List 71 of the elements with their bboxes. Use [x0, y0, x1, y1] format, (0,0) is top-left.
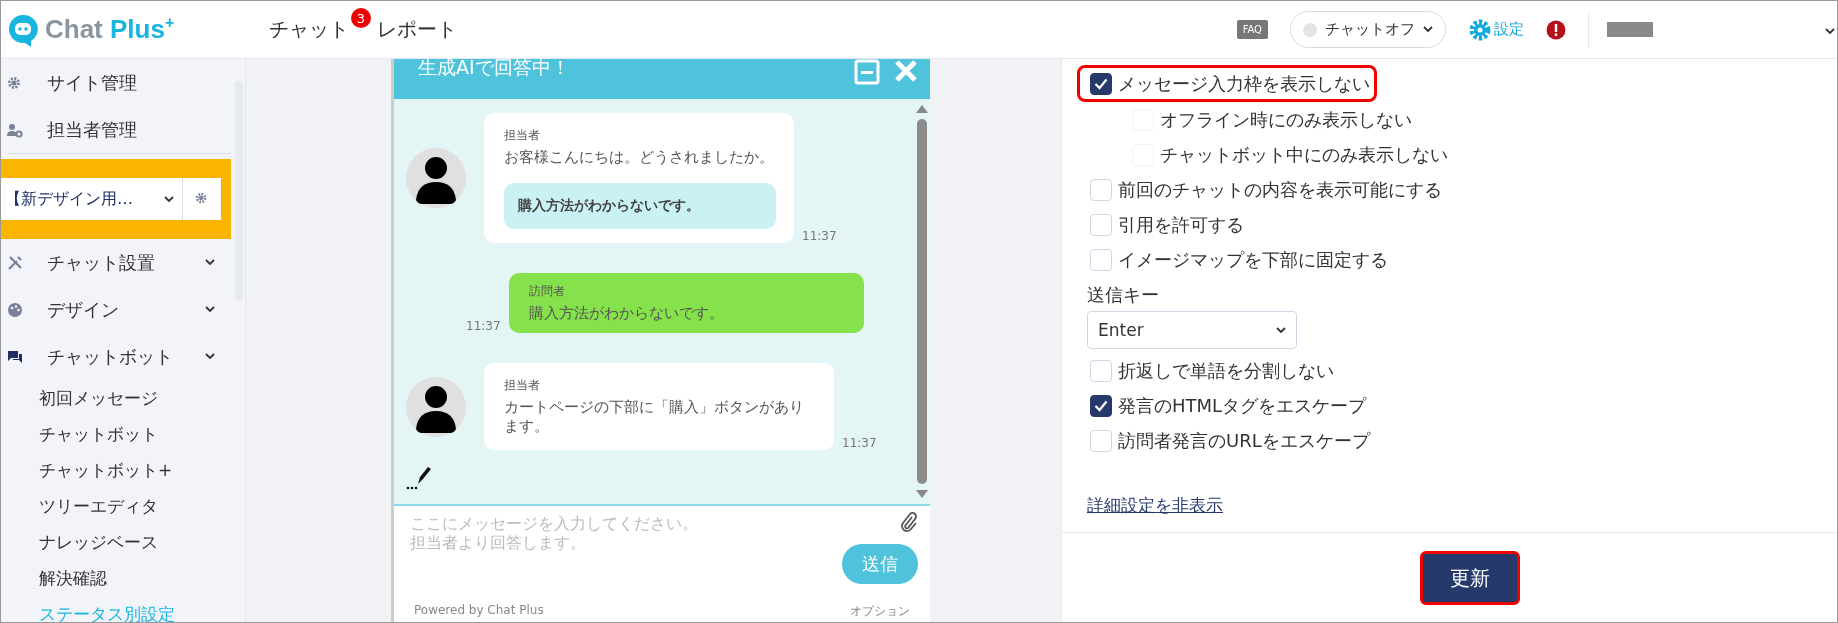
checkbox-label: 訪問者発言のURLをエスケープ — [1118, 428, 1370, 453]
message-time: 11:37 — [466, 319, 501, 333]
sidebar-subitem[interactable]: ナレッジベース — [1, 524, 231, 560]
checkbox-label: イメージマップを下部に固定する — [1118, 247, 1388, 272]
checkbox[interactable] — [1090, 72, 1112, 95]
chevron-down-icon — [1423, 26, 1433, 33]
checkbox-label: 引用を許可する — [1118, 212, 1244, 237]
tools-icon — [7, 254, 23, 271]
message-time: 11:37 — [802, 229, 837, 243]
palette-icon — [7, 301, 23, 318]
send-key-select[interactable]: Enter — [1087, 311, 1297, 349]
message-time: 11:37 — [842, 436, 877, 450]
sidebar-item[interactable]: 担当者管理 — [47, 117, 137, 142]
redacted-block — [1607, 22, 1653, 37]
user-gear-icon — [7, 121, 23, 138]
message-text: カートページの下部に「購入」ボタンがあります。 — [504, 398, 805, 436]
chat-title: 生成AIで回答中！ — [418, 55, 571, 80]
sender-name: 訪問者 — [528, 283, 566, 300]
chevron-down-icon — [205, 259, 215, 266]
checkbox-label: メッセージ入力枠を表示しない — [1118, 71, 1370, 96]
chat-logo-icon — [7, 12, 39, 47]
checkmark-icon — [1094, 77, 1108, 90]
gear-icon — [7, 74, 23, 91]
sidebar-item[interactable]: チャットボット — [47, 344, 173, 369]
gear-icon — [195, 190, 209, 205]
checkbox-label: 折返しで単語を分割しない — [1118, 358, 1334, 383]
field-label: 送信キー — [1087, 283, 1160, 307]
quick-reply-button[interactable]: 購入方法がわからないです。 — [504, 183, 776, 229]
message-text: 購入方法がわからないです。 — [528, 304, 725, 323]
checkbox-label: オフライン時にのみ表示しない — [1160, 107, 1412, 132]
sidebar-subitem[interactable]: チャットボット — [1, 416, 231, 452]
sidebar-subitem[interactable]: 初回メッセージ — [1, 380, 231, 416]
chevron-down-icon — [164, 195, 174, 203]
options-link[interactable]: オプション — [850, 603, 910, 620]
sender-name: 担当者 — [504, 377, 541, 394]
logo-text: Chat Plus$^{+}$ — [45, 14, 175, 45]
scroll-down-icon[interactable] — [916, 490, 928, 498]
sidebar-subitem[interactable]: チャットボット+ — [1, 452, 231, 488]
checkbox-label: チャットボット中にのみ表示しない — [1160, 142, 1448, 167]
sidebar-item[interactable]: サイト管理 — [47, 70, 137, 95]
sender-name: 担当者 — [504, 127, 541, 144]
close-icon[interactable] — [894, 59, 918, 83]
minimize-icon[interactable] — [854, 59, 880, 85]
chevron-down-icon — [205, 306, 215, 313]
checkmark-icon — [1094, 399, 1108, 412]
checkbox-label: 前回のチャットの内容を表示可能にする — [1118, 177, 1442, 202]
checkbox-label: 発言のHTMLタグをエスケープ — [1118, 393, 1367, 418]
avatar-silhouette — [406, 376, 466, 437]
notification-badge: 3 — [351, 8, 371, 28]
chevron-down-icon — [1276, 326, 1286, 334]
powered-by-text: Powered by Chat Plus — [414, 603, 544, 619]
alert-icon[interactable] — [1546, 19, 1566, 40]
chat-bubbles-icon — [7, 348, 23, 365]
gear-icon — [1468, 17, 1492, 42]
nav-link[interactable]: チャット — [269, 16, 349, 43]
sidebar-item[interactable]: デザイン — [47, 297, 119, 322]
update-button[interactable]: 更新 — [1420, 551, 1520, 605]
status-dropdown[interactable]: チャットオフ — [1290, 11, 1446, 48]
sidebar-item[interactable]: チャット設置 — [47, 250, 155, 275]
message-text: お客様こんにちは。どうされましたか。 — [504, 148, 774, 167]
scroll-up-icon[interactable] — [916, 105, 928, 113]
sidebar-subitem[interactable]: 解決確認 — [1, 560, 231, 596]
faq-icon[interactable]: FAQ — [1236, 20, 1268, 39]
chevron-down-icon — [1825, 28, 1835, 35]
avatar-silhouette — [406, 148, 466, 208]
sidebar-subitem[interactable]: ツリーエディタ — [1, 488, 231, 524]
checkbox[interactable] — [1090, 394, 1112, 417]
hide-advanced-link[interactable]: 詳細設定を非表示 — [1087, 494, 1223, 517]
nav-link[interactable]: レポート — [377, 16, 457, 43]
chevron-down-icon — [205, 353, 215, 360]
paperclip-icon[interactable] — [900, 512, 918, 534]
